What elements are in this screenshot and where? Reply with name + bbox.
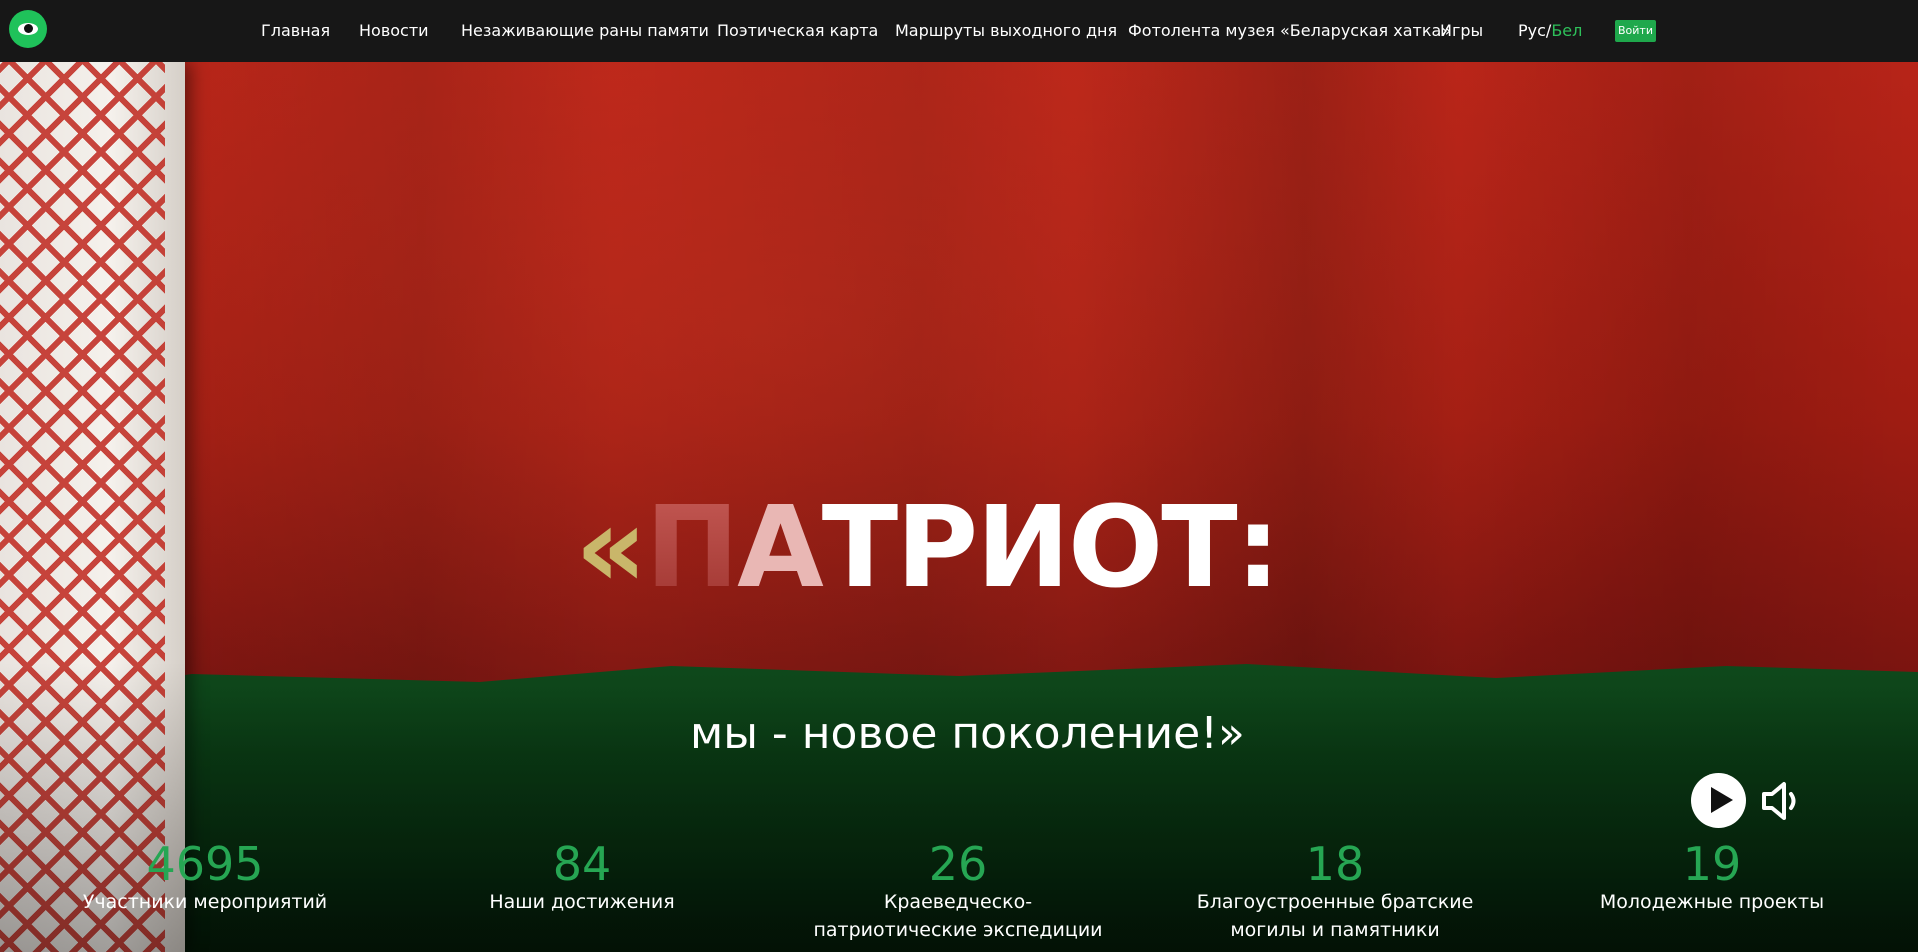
stat-value: 18 [1305,837,1365,891]
stat-label: Благоустроенные братские могилы и памятн… [1196,891,1474,941]
title-letter-a: А [737,483,824,613]
stat-label: Молодежные проекты [1599,891,1825,913]
nav-weekend-routes[interactable]: Маршруты выходного дня [895,21,1117,40]
nav-photo-feed[interactable]: Фотолента музея «Беларуская хатка» [1128,21,1451,40]
nav-news[interactable]: Новости [359,21,429,40]
eye-logo-icon[interactable] [9,10,47,48]
stat-value: 4695 [146,837,264,891]
play-button[interactable] [1691,773,1746,828]
stat-value: 19 [1682,837,1742,891]
lang-ru[interactable]: Рус/ [1518,21,1551,40]
nav-home[interactable]: Главная [261,21,330,40]
nav-poetic-map[interactable]: Поэтическая карта [717,21,878,40]
speaker-icon [1762,782,1796,820]
stat-label: Наши достижения [489,891,675,913]
stat-expeditions: 26 Краеведческо-патриотические экспедици… [808,840,1108,944]
navbar: Главная Новости Незаживающие раны памяти… [0,0,1918,62]
nav-unhealing-wounds[interactable]: Незаживающие раны памяти [461,21,709,40]
stat-label: Краеведческо-патриотические экспедиции [813,891,1103,941]
title-quote: « [575,483,647,613]
flag-ornament [0,62,185,952]
language-switcher[interactable]: Рус/Бел [1518,21,1582,40]
stat-value: 26 [928,837,988,891]
title-letter-p: П [645,483,739,613]
sound-button[interactable] [1760,778,1806,824]
play-icon [1711,787,1733,813]
stat-participants: 4695 Участники мероприятий [80,840,330,916]
stat-value: 84 [552,837,612,891]
title-rest: ТРИОТ: [821,483,1281,613]
login-button[interactable]: Войти [1615,20,1656,42]
stat-achievements: 84 Наши достижения [457,840,707,916]
hero-video: «ПАТРИОТ: мы - новое поколение!» 4695 Уч… [0,62,1918,952]
nav-games[interactable]: Игры [1440,21,1483,40]
hero-subtitle: мы - новое поколение!» [690,708,1245,759]
eye-pupil [24,24,33,33]
hero-title: «ПАТРИОТ: [575,483,1281,613]
lang-be[interactable]: Бел [1551,21,1582,40]
stat-youth-projects: 19 Молодежные проекты [1587,840,1837,916]
stat-memorials: 18 Благоустроенные братские могилы и пам… [1165,840,1505,944]
stat-label: Участники мероприятий [82,891,328,913]
